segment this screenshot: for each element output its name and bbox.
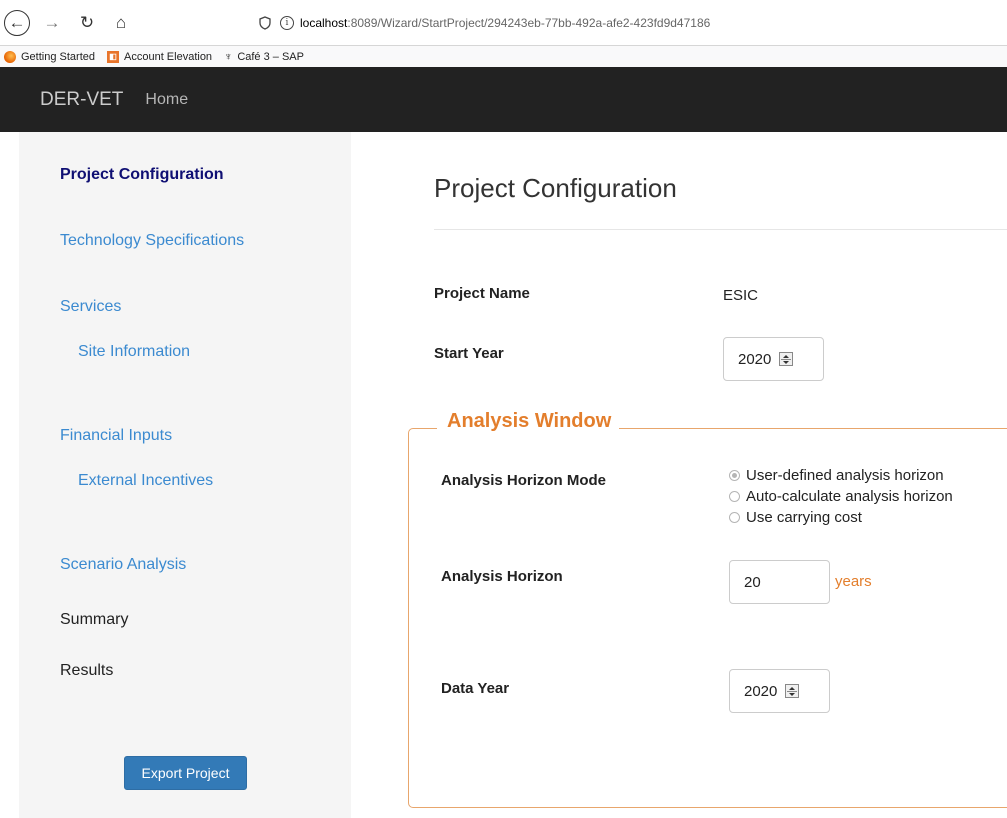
url-path: :8089/Wizard/StartProject/294243eb-77bb-…	[347, 16, 711, 30]
horizon-unit: years	[835, 573, 872, 590]
bookmark-cafe[interactable]: ♆ Café 3 – SAP	[224, 51, 304, 63]
app-navbar: DER-VET Home	[0, 67, 1007, 132]
analysis-horizon-input[interactable]: 20	[729, 560, 830, 604]
sidebar: Project Configuration Technology Specifi…	[19, 132, 351, 818]
data-year-label: Data Year	[441, 680, 510, 697]
account-elevation-icon: ◧	[107, 50, 119, 63]
radio-label: Auto-calculate analysis horizon	[746, 488, 953, 505]
sidebar-item-scenario-analysis[interactable]: Scenario Analysis	[60, 556, 186, 574]
radio-label: Use carrying cost	[746, 509, 862, 526]
reload-icon[interactable]: ↻	[74, 10, 100, 36]
sidebar-item-services[interactable]: Services	[60, 298, 121, 316]
bookmark-label: Account Elevation	[124, 50, 213, 63]
data-year-input[interactable]: 2020	[729, 669, 830, 713]
firefox-icon	[4, 50, 16, 63]
sidebar-item-results[interactable]: Results	[60, 662, 113, 680]
start-year-value: 2020	[738, 350, 772, 368]
title-divider	[434, 229, 1007, 230]
sidebar-item-technology-specifications[interactable]: Technology Specifications	[60, 232, 244, 250]
radio-user-defined[interactable]: User-defined analysis horizon	[729, 467, 944, 484]
sidebar-item-external-incentives[interactable]: External Incentives	[78, 472, 213, 490]
cutlery-icon: ♆	[224, 50, 233, 63]
bookmark-getting-started[interactable]: Getting Started	[4, 50, 95, 63]
start-year-label: Start Year	[434, 345, 504, 362]
spinner-icon[interactable]	[785, 684, 800, 698]
brand-link[interactable]: DER-VET	[40, 89, 123, 111]
info-icon[interactable]: i	[280, 16, 294, 30]
url-host: localhost	[300, 16, 348, 30]
sidebar-item-summary[interactable]: Summary	[60, 611, 128, 629]
radio-carrying-cost[interactable]: Use carrying cost	[729, 509, 862, 526]
analysis-horizon-mode-label: Analysis Horizon Mode	[441, 472, 607, 489]
page-title: Project Configuration	[434, 173, 677, 203]
radio-button[interactable]	[729, 491, 740, 502]
browser-toolbar: ← → ↻ ⌂ i localhost:8089/Wizard/StartPro…	[0, 0, 1007, 46]
radio-auto-calculate[interactable]: Auto-calculate analysis horizon	[729, 488, 953, 505]
analysis-window-legend: Analysis Window	[437, 410, 620, 433]
home-link[interactable]: Home	[145, 91, 188, 109]
home-icon[interactable]: ⌂	[108, 10, 134, 36]
analysis-horizon-label: Analysis Horizon	[441, 568, 563, 585]
sidebar-item-financial-inputs[interactable]: Financial Inputs	[60, 427, 172, 445]
forward-icon[interactable]: →	[39, 10, 65, 36]
bookmark-account-elevation[interactable]: ◧ Account Elevation	[107, 50, 213, 63]
start-year-input[interactable]: 2020	[723, 337, 824, 381]
address-bar[interactable]: i localhost:8089/Wizard/StartProject/294…	[258, 11, 1007, 35]
data-year-value: 2020	[744, 682, 778, 700]
spinner-icon[interactable]	[779, 352, 794, 366]
radio-label: User-defined analysis horizon	[746, 467, 944, 484]
analysis-horizon-value: 20	[744, 573, 761, 591]
bookmarks-bar: Getting Started ◧ Account Elevation ♆ Ca…	[0, 46, 1007, 67]
back-icon[interactable]: ←	[4, 10, 30, 36]
project-name-value: ESIC	[723, 287, 759, 304]
export-project-button[interactable]: Export Project	[124, 756, 247, 790]
radio-button-checked[interactable]	[729, 470, 740, 481]
sidebar-item-project-configuration[interactable]: Project Configuration	[60, 166, 224, 184]
bookmark-label: Getting Started	[21, 50, 95, 63]
radio-button[interactable]	[729, 512, 740, 523]
project-name-label: Project Name	[434, 285, 530, 302]
sidebar-item-site-information[interactable]: Site Information	[78, 343, 190, 361]
bookmark-label: Café 3 – SAP	[237, 50, 304, 63]
shield-icon	[259, 16, 271, 30]
